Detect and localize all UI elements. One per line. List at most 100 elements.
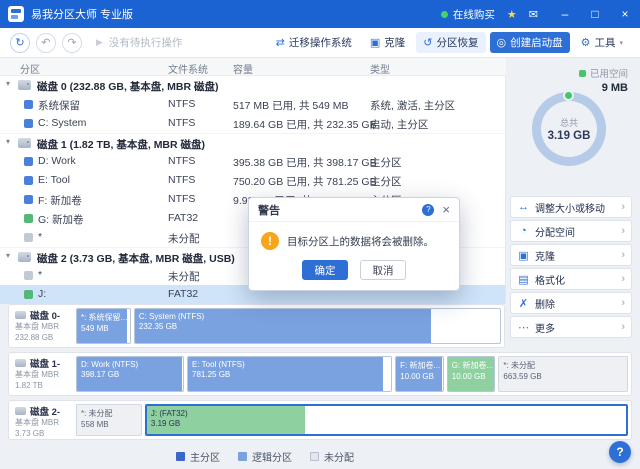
disk-row[interactable]: ▾磁盘 1 (1.82 TB, 基本盘, MBR 磁盘) bbox=[0, 133, 505, 152]
partition-filesystem: FAT32 bbox=[168, 288, 198, 300]
allocate-space-button[interactable]: ◔分配空间› bbox=[510, 220, 632, 242]
disk-map-kind: 基本盘 MBR bbox=[15, 321, 73, 332]
partition-icon bbox=[24, 290, 33, 299]
support-message-icon[interactable]: ✉ bbox=[529, 8, 538, 21]
minimize-button[interactable]: – bbox=[550, 0, 580, 28]
disk-icon bbox=[18, 252, 31, 262]
collapse-icon[interactable]: ▾ bbox=[6, 79, 10, 88]
legend-color-icon bbox=[238, 452, 247, 461]
chevron-down-icon: ▾ bbox=[619, 39, 623, 47]
format-icon: ▤ bbox=[517, 273, 530, 286]
disk-map-segment[interactable]: J: (FAT32)3.19 GB bbox=[145, 404, 628, 436]
help-button[interactable]: ? bbox=[609, 441, 631, 463]
promotion-icon[interactable]: ★ bbox=[507, 8, 517, 21]
partition-filesystem: NTFS bbox=[168, 193, 195, 205]
disk-map-size: 1.82 TB bbox=[15, 381, 73, 390]
disk-icon bbox=[15, 311, 26, 319]
migrate-os-button[interactable]: ⇄迁移操作系统 bbox=[269, 32, 359, 53]
segment-size: 232.35 GB bbox=[135, 321, 500, 331]
partition-filesystem: 未分配 bbox=[168, 231, 200, 246]
partition-capacity: 395.38 GB 已用, 共 398.17 GB bbox=[233, 155, 377, 170]
legend-label: 未分配 bbox=[324, 449, 354, 464]
disk-icon bbox=[15, 407, 26, 415]
column-capacity: 容量 bbox=[233, 61, 253, 76]
pending-operations-label: 没有待执行操作 bbox=[109, 35, 183, 50]
segment-size: 3.19 GB bbox=[147, 418, 626, 428]
disk-map-label[interactable]: 磁盘 1-基本盘 MBR1.82 TB bbox=[9, 353, 73, 395]
toolbar-actions: ⇄迁移操作系统▣克隆↺分区恢复◎创建启动盘⚙工具▾ bbox=[269, 32, 630, 53]
action-label: 调整大小或移动 bbox=[535, 200, 616, 215]
buy-online-button[interactable]: 在线购买 bbox=[441, 7, 495, 22]
partition-icon bbox=[24, 271, 33, 280]
cancel-button[interactable]: 取消 bbox=[360, 260, 406, 280]
space-donut-chart: 总共 3.19 GB bbox=[532, 92, 606, 166]
disk-map-segment[interactable]: C: System (NTFS)232.35 GB bbox=[134, 308, 501, 344]
resize-move-button[interactable]: ↔调整大小或移动› bbox=[510, 196, 632, 218]
close-button[interactable]: × bbox=[610, 0, 640, 28]
disk-map-segment[interactable]: F: 新加卷...10.00 GB bbox=[395, 356, 444, 392]
clone-button[interactable]: ▣克隆 bbox=[363, 32, 412, 53]
action-label: 分配空间 bbox=[535, 224, 616, 239]
collapse-icon[interactable]: ▾ bbox=[6, 137, 10, 146]
partition-icon bbox=[24, 176, 33, 185]
clone-icon: ▣ bbox=[517, 249, 530, 262]
refresh-button[interactable]: ↻ bbox=[10, 33, 30, 53]
create-boot-disk-button[interactable]: ◎创建启动盘 bbox=[490, 32, 570, 53]
maximize-button[interactable]: □ bbox=[580, 0, 610, 28]
segment-label: D: Work (NTFS) bbox=[77, 357, 183, 369]
disk-map-segment[interactable]: *: 未分配558 MB bbox=[76, 404, 142, 436]
partition-filesystem: NTFS bbox=[168, 98, 195, 110]
disk-map-name: 磁盘 0- bbox=[30, 308, 60, 322]
disk-map-segment[interactable]: G: 新加卷...10.00 GB bbox=[447, 356, 496, 392]
segment-size: 781.25 GB bbox=[188, 369, 391, 379]
legend-color-icon bbox=[310, 452, 319, 461]
disk-map: 磁盘 0-基本盘 MBR232.88 GB*: 系统保留...549 MBC: … bbox=[8, 304, 632, 444]
disk-map-kind: 基本盘 MBR bbox=[15, 369, 73, 380]
column-filesystem: 文件系统 bbox=[168, 61, 208, 76]
partition-row[interactable]: E: ToolNTFS750.20 GB 已用, 共 781.25 GB主分区 bbox=[0, 171, 505, 190]
toolbar: ↻ ↶ ↷ ▶ 没有待执行操作 ⇄迁移操作系统▣克隆↺分区恢复◎创建启动盘⚙工具… bbox=[0, 28, 640, 58]
dialog-help-icon[interactable]: ? bbox=[422, 204, 434, 216]
partition-recovery-button[interactable]: ↺分区恢复 bbox=[416, 32, 485, 53]
disk-map-label[interactable]: 磁盘 0-基本盘 MBR232.88 GB bbox=[9, 305, 73, 347]
legend-item: 主分区 bbox=[176, 449, 220, 464]
disk-map-size: 3.73 GB bbox=[15, 429, 73, 438]
partition-row[interactable]: D: WorkNTFS395.38 GB 已用, 共 398.17 GB主分区 bbox=[0, 152, 505, 171]
legend-label: 逻辑分区 bbox=[252, 449, 292, 464]
partition-filesystem: FAT32 bbox=[168, 212, 198, 224]
used-space-label: 已用空间 bbox=[590, 66, 628, 80]
partition-row[interactable]: C: SystemNTFS189.64 GB 已用, 共 232.35 GB启动… bbox=[0, 114, 505, 133]
disk-row[interactable]: ▾磁盘 0 (232.88 GB, 基本盘, MBR 磁盘) bbox=[0, 76, 505, 95]
undo-button[interactable]: ↶ bbox=[36, 33, 56, 53]
tools-button[interactable]: ⚙工具▾ bbox=[574, 32, 630, 53]
format-button[interactable]: ▤格式化› bbox=[510, 268, 632, 290]
toolbar-action-label: 分区恢复 bbox=[437, 35, 479, 50]
segment-label: *: 系统保留... bbox=[77, 309, 130, 323]
disk-map-segment[interactable]: D: Work (NTFS)398.17 GB bbox=[76, 356, 184, 392]
partition-filesystem: 未分配 bbox=[168, 269, 200, 284]
segment-size: 663.59 GB bbox=[499, 371, 627, 381]
partition-row[interactable]: 系统保留NTFS517 MB 已用, 共 549 MB系统, 激活, 主分区 bbox=[0, 95, 505, 114]
dialog-message: 目标分区上的数据将会被删除。 bbox=[287, 232, 434, 249]
partition-capacity: 189.64 GB 已用, 共 232.35 GB bbox=[233, 117, 377, 132]
online-status-icon bbox=[441, 11, 448, 18]
redo-button[interactable]: ↷ bbox=[62, 33, 82, 53]
table-header: 分区 文件系统 容量 类型 bbox=[0, 58, 506, 76]
collapse-icon[interactable]: ▾ bbox=[6, 251, 10, 260]
ok-button[interactable]: 确定 bbox=[302, 260, 348, 280]
legend-label: 主分区 bbox=[190, 449, 220, 464]
partition-capacity: 517 MB 已用, 共 549 MB bbox=[233, 98, 349, 113]
disk-map-segment[interactable]: *: 系统保留...549 MB bbox=[76, 308, 131, 344]
disk-map-label[interactable]: 磁盘 2-基本盘 MBR3.73 GB bbox=[9, 401, 73, 439]
disk-map-segment[interactable]: E: Tool (NTFS)781.25 GB bbox=[187, 356, 392, 392]
clone-partition-button[interactable]: ▣克隆› bbox=[510, 244, 632, 266]
legend-item: 逻辑分区 bbox=[238, 449, 292, 464]
partition-name: * bbox=[38, 231, 42, 243]
disk-name: 磁盘 2 (3.73 GB, 基本盘, MBR 磁盘, USB) bbox=[37, 251, 235, 266]
dialog-close-icon[interactable]: × bbox=[442, 203, 450, 216]
disk-map-segment[interactable]: *: 未分配663.59 GB bbox=[498, 356, 628, 392]
partition-name: J: bbox=[38, 288, 46, 300]
segment-label: E: Tool (NTFS) bbox=[188, 357, 391, 369]
disk-map-card: 磁盘 2-基本盘 MBR3.73 GB*: 未分配558 MBJ: (FAT32… bbox=[8, 400, 632, 440]
partition-icon bbox=[24, 233, 33, 242]
